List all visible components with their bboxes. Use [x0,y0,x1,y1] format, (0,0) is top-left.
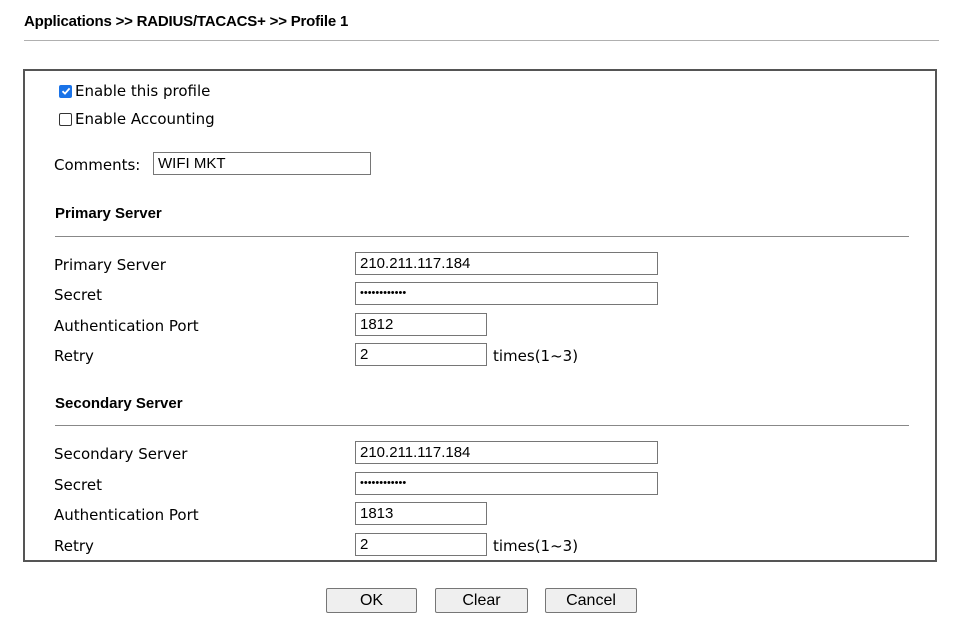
cancel-button[interactable]: Cancel [545,588,637,613]
enable-profile-checkbox[interactable] [59,84,72,98]
primary-secret-input[interactable]: •••••••••••• [355,282,658,305]
primary-retry-input[interactable]: 2 [355,343,487,366]
enable-accounting-row[interactable]: Enable Accounting [59,110,215,128]
secondary-retry-input[interactable]: 2 [355,533,487,556]
comments-input[interactable]: WIFI MKT [153,152,371,175]
secondary-auth-port-label: Authentication Port [54,506,199,524]
enable-accounting-checkbox[interactable] [59,112,72,126]
comments-label: Comments: [54,156,141,174]
secondary-secret-input[interactable]: •••••••••••• [355,472,658,495]
profile-panel: Enable this profile Enable Accounting Co… [23,69,937,562]
ok-button[interactable]: OK [326,588,417,613]
secondary-auth-port-input[interactable]: 1813 [355,502,487,525]
secondary-section-divider [55,425,909,426]
enable-accounting-label: Enable Accounting [75,110,215,128]
enable-profile-label: Enable this profile [75,82,211,100]
primary-retry-unit: times(1~3) [493,347,579,365]
secondary-server-label: Secondary Server [54,445,188,463]
enable-profile-row[interactable]: Enable this profile [59,82,210,100]
secondary-retry-unit: times(1~3) [493,537,579,555]
secondary-server-input[interactable]: 210.211.117.184 [355,441,658,464]
primary-server-input[interactable]: 210.211.117.184 [355,252,658,275]
primary-server-label: Primary Server [54,256,166,274]
breadcrumb: Applications >> RADIUS/TACACS+ >> Profil… [24,13,349,30]
primary-server-section-title: Primary Server [55,205,162,222]
primary-auth-port-input[interactable]: 1812 [355,313,487,336]
primary-section-divider [55,236,909,237]
primary-auth-port-label: Authentication Port [54,317,199,335]
clear-button[interactable]: Clear [435,588,528,613]
primary-secret-label: Secret [54,286,102,304]
header-divider [24,40,939,41]
secondary-retry-label: Retry [54,537,94,555]
secondary-server-section-title: Secondary Server [55,395,183,412]
secondary-secret-label: Secret [54,476,102,494]
primary-retry-label: Retry [54,347,94,365]
